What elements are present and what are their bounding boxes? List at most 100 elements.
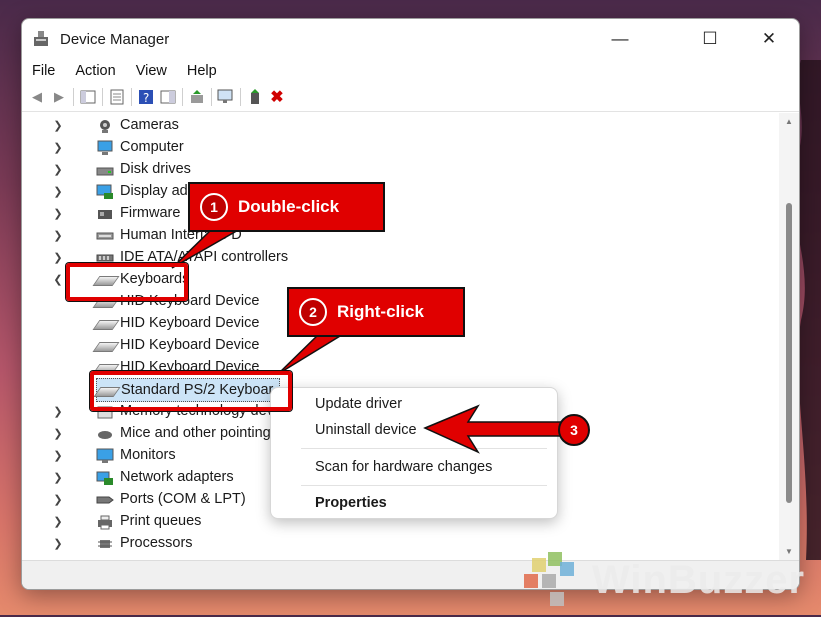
ide-controller-icon [96,250,114,264]
tree-item-label: Ports (COM & LPT) [120,491,246,507]
disk-drive-icon [96,162,114,176]
keyboard-icon [92,338,120,352]
context-menu: Update driver Uninstall device Scan for … [270,387,558,519]
chevron-right-icon[interactable]: ❯ [52,114,64,136]
tree-item-display-adapters[interactable]: ❯ Display adapt [52,180,208,202]
tree-item-label: HID Keyboard Device [120,315,260,331]
winbuzzer-logo-icon [524,552,574,606]
device-manager-app-icon [32,30,50,48]
hid-icon [96,228,114,242]
double-click-callout: 1 Double-click [188,182,385,232]
tree-item-label: HID Keyboard Device [120,337,260,353]
menu-divider [301,485,547,486]
menu-view[interactable]: View [126,63,177,79]
menu-bar: File Action View Help [22,59,799,83]
tree-item-computer[interactable]: ❯ Computer [52,136,184,158]
update-driver-menu-item[interactable]: Update driver [315,396,402,412]
ps2-keyboard-highlight-box [90,371,292,411]
tree-item-label: Print queues [120,513,202,529]
tree-item-print-queues[interactable]: ❯ Print queues [52,510,201,532]
step-1-badge: 1 [200,193,228,221]
tree-item-firmware[interactable]: ❯ Firmware [52,202,180,224]
forward-arrow-icon[interactable]: ▶ [50,88,68,106]
monitor-icon [96,448,114,463]
chevron-right-icon[interactable]: ❯ [52,400,64,422]
double-click-label: Double-click [238,197,340,216]
svg-text:?: ? [143,91,149,105]
action-pane-icon[interactable] [159,88,177,106]
port-icon [96,492,114,506]
right-click-callout: 2 Right-click [287,287,465,337]
scan-hardware-changes-menu-item[interactable]: Scan for hardware changes [315,459,492,475]
vertical-scrollbar[interactable]: ▲ ▼ [779,113,799,561]
camera-icon [96,118,114,133]
tree-item-processors[interactable]: ❯ Processors [52,532,193,554]
tree-item-network-adapters[interactable]: ❯ Network adapters [52,466,234,488]
help-icon[interactable]: ? [137,88,155,106]
uninstall-x-icon[interactable]: ✖ [268,88,286,106]
chevron-right-icon[interactable]: ❯ [52,202,64,224]
tree-item-monitors[interactable]: ❯ Monitors [52,444,176,466]
show-hide-console-tree-icon[interactable] [79,88,97,106]
menu-file[interactable]: File [22,63,65,79]
tree-item-label: Firmware [120,205,181,221]
chevron-right-icon[interactable]: ❯ [52,136,64,158]
keyboards-highlight-box [66,263,188,301]
keyboard-icon [92,316,120,330]
scroll-up-arrow-icon[interactable]: ▲ [784,117,794,127]
right-click-label: Right-click [337,302,424,321]
toolbar-divider [211,88,212,106]
add-driver-icon[interactable] [246,88,264,106]
properties-menu-item[interactable]: Properties [315,495,387,511]
scroll-thumb[interactable] [786,203,792,503]
chevron-right-icon[interactable]: ❯ [52,532,64,554]
chevron-right-icon[interactable]: ❯ [52,158,64,180]
uninstall-device-menu-item[interactable]: Uninstall device [315,422,417,438]
tree-item-cameras[interactable]: ❯ Cameras [52,114,179,136]
winbuzzer-wordmark: WinBuzzer [592,558,806,602]
tree-item-hid-keyboard-device[interactable]: HID Keyboard Device [92,312,260,334]
menu-help[interactable]: Help [177,63,227,79]
minimize-button[interactable]: — [595,19,645,59]
menu-action[interactable]: Action [65,63,125,79]
chevron-right-icon[interactable]: ❯ [52,444,64,466]
window-title: Device Manager [60,30,170,48]
winbuzzer-watermark: WinBuzzer [520,552,810,612]
network-adapter-icon [96,470,114,485]
tree-item-disk-drives[interactable]: ❯ Disk drives [52,158,191,180]
toolbar-divider [182,88,183,106]
chevron-right-icon[interactable]: ❯ [52,224,64,246]
tree-item-label: Disk drives [120,161,191,177]
chevron-down-icon[interactable]: ❮ [52,268,64,290]
maximize-button[interactable]: ☐ [685,19,735,59]
tree-item-ports[interactable]: ❯ Ports (COM & LPT) [52,488,246,510]
firmware-icon [96,206,114,220]
update-driver-icon[interactable] [188,88,206,106]
chevron-right-icon[interactable]: ❯ [52,422,64,444]
menu-divider [301,448,547,449]
tree-item-mice[interactable]: ❯ Mice and other pointing d [52,422,282,444]
toolbar-divider [102,88,103,106]
chevron-right-icon[interactable]: ❯ [52,488,64,510]
computer-icon [96,140,114,155]
tree-item-label: Network adapters [120,469,234,485]
scan-hardware-icon[interactable] [217,88,235,106]
toolbar-divider [73,88,74,106]
close-button[interactable]: ✕ [744,19,794,59]
chevron-right-icon[interactable]: ❯ [52,180,64,202]
tree-item-label: Processors [120,535,193,551]
chevron-right-icon[interactable]: ❯ [52,246,64,268]
mouse-icon [96,426,114,440]
tree-item-hid-keyboard-device[interactable]: HID Keyboard Device [92,334,260,356]
printer-icon [96,514,114,530]
properties-icon[interactable] [108,88,126,106]
back-arrow-icon[interactable]: ◀ [28,88,46,106]
chevron-right-icon[interactable]: ❯ [52,510,64,532]
processor-icon [96,536,114,550]
toolbar-divider [131,88,132,106]
display-adapter-icon [96,184,114,199]
toolbar: ◀ ▶ ? ✖ [22,83,799,112]
chevron-right-icon[interactable]: ❯ [52,466,64,488]
tree-item-label: Cameras [120,117,179,133]
tree-item-label: Monitors [120,447,176,463]
